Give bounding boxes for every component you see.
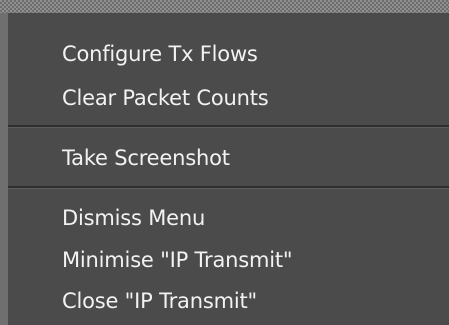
- menu-item-close-ip-transmit[interactable]: Close "IP Transmit": [62, 284, 257, 318]
- context-menu: Configure Tx Flows Clear Packet Counts T…: [0, 0, 449, 325]
- menu-item-dismiss-menu[interactable]: Dismiss Menu: [62, 201, 205, 235]
- window-top-edge: [0, 0, 449, 13]
- menu-left-edge: [0, 13, 8, 325]
- menu-separator: [8, 125, 449, 128]
- menu-separator: [8, 186, 449, 189]
- menu-item-take-screenshot[interactable]: Take Screenshot: [62, 141, 230, 175]
- menu-item-configure-tx-flows[interactable]: Configure Tx Flows: [62, 37, 258, 71]
- menu-item-minimise-ip-transmit[interactable]: Minimise "IP Transmit": [62, 243, 293, 277]
- menu-item-clear-packet-counts[interactable]: Clear Packet Counts: [62, 81, 269, 115]
